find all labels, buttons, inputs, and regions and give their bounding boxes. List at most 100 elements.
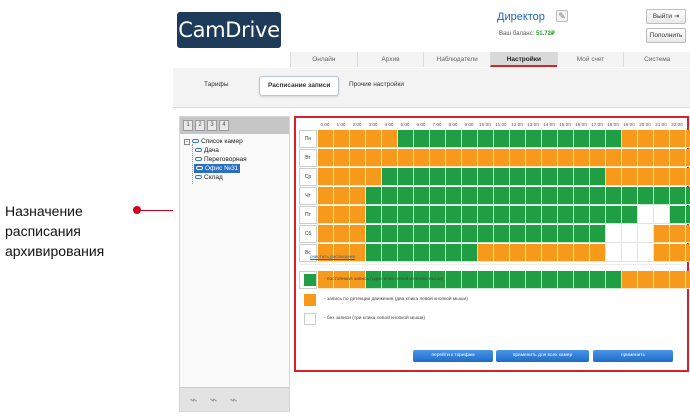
schedule-cell[interactable] xyxy=(542,187,558,206)
schedule-cell[interactable] xyxy=(574,225,590,244)
subtab-record-schedule[interactable]: Расписание записи xyxy=(259,76,340,96)
schedule-cell[interactable] xyxy=(382,149,398,168)
schedule-cell[interactable] xyxy=(622,187,638,206)
schedule-cell[interactable] xyxy=(398,187,414,206)
schedule-cell[interactable] xyxy=(462,168,478,187)
schedule-cell[interactable] xyxy=(494,149,510,168)
schedule-cell[interactable] xyxy=(366,149,382,168)
schedule-cell[interactable] xyxy=(414,149,430,168)
schedule-cell[interactable] xyxy=(542,271,558,290)
camera-edit-icon[interactable]: ⌁ xyxy=(205,391,222,408)
schedule-cell[interactable] xyxy=(462,149,478,168)
exit-button[interactable]: Выйти ⇥ xyxy=(646,9,686,24)
schedule-cell[interactable] xyxy=(366,130,382,149)
schedule-cell[interactable] xyxy=(590,187,606,206)
camera-item-warehouse[interactable]: Склад xyxy=(195,173,223,182)
tab-settings[interactable]: Настройки xyxy=(490,52,557,67)
clear-schedule-link[interactable]: очистить расписание xyxy=(310,254,355,259)
schedule-cell[interactable] xyxy=(686,187,690,206)
schedule-cell[interactable] xyxy=(414,130,430,149)
subtab-other-settings[interactable]: Прочие настройки xyxy=(349,81,404,88)
schedule-cell[interactable] xyxy=(638,271,654,290)
schedule-cell[interactable] xyxy=(398,206,414,225)
schedule-cell[interactable] xyxy=(350,168,366,187)
schedule-cell[interactable] xyxy=(622,206,638,225)
schedule-cell[interactable] xyxy=(558,149,574,168)
schedule-cell[interactable] xyxy=(622,271,638,290)
tab-archive[interactable]: Архив xyxy=(356,52,424,67)
schedule-cell[interactable] xyxy=(638,149,654,168)
schedule-cell[interactable] xyxy=(382,168,398,187)
schedule-cell[interactable] xyxy=(590,149,606,168)
schedule-cell[interactable] xyxy=(510,168,526,187)
schedule-cell[interactable] xyxy=(654,187,670,206)
apply-button[interactable]: применить xyxy=(593,350,673,362)
schedule-cell[interactable] xyxy=(446,244,462,263)
schedule-cell[interactable] xyxy=(494,168,510,187)
schedule-cell[interactable] xyxy=(670,206,686,225)
schedule-cell[interactable] xyxy=(510,271,526,290)
schedule-cell[interactable] xyxy=(462,130,478,149)
tab-my-account[interactable]: Мой счет xyxy=(556,52,624,67)
schedule-cell[interactable] xyxy=(638,225,654,244)
schedule-cell[interactable] xyxy=(526,225,542,244)
page-button-4[interactable]: 4 xyxy=(219,120,229,131)
schedule-cell[interactable] xyxy=(574,130,590,149)
schedule-cell[interactable] xyxy=(430,187,446,206)
go-to-tariffs-button[interactable]: перейти к тарифам xyxy=(413,350,493,362)
schedule-cell[interactable] xyxy=(510,206,526,225)
schedule-cell[interactable] xyxy=(382,206,398,225)
schedule-cell[interactable] xyxy=(638,168,654,187)
schedule-cell[interactable] xyxy=(686,244,690,263)
schedule-cell[interactable] xyxy=(526,168,542,187)
collapse-icon[interactable]: − xyxy=(184,139,190,145)
schedule-cell[interactable] xyxy=(446,271,462,290)
schedule-cell[interactable] xyxy=(590,244,606,263)
schedule-cell[interactable] xyxy=(686,130,690,149)
schedule-cell[interactable] xyxy=(430,225,446,244)
schedule-cell[interactable] xyxy=(542,149,558,168)
schedule-cell[interactable] xyxy=(414,168,430,187)
schedule-cell[interactable] xyxy=(574,271,590,290)
schedule-cell[interactable] xyxy=(510,130,526,149)
schedule-cell[interactable] xyxy=(574,149,590,168)
schedule-cell[interactable] xyxy=(606,168,622,187)
schedule-cell[interactable] xyxy=(670,168,686,187)
schedule-cell[interactable] xyxy=(334,168,350,187)
schedule-cell[interactable] xyxy=(590,225,606,244)
schedule-cell[interactable] xyxy=(462,187,478,206)
schedule-cell[interactable] xyxy=(414,187,430,206)
schedule-cell[interactable] xyxy=(382,130,398,149)
schedule-cell[interactable] xyxy=(638,130,654,149)
schedule-cell[interactable] xyxy=(542,244,558,263)
schedule-cell[interactable] xyxy=(510,149,526,168)
schedule-cell[interactable] xyxy=(558,187,574,206)
schedule-cell[interactable] xyxy=(526,244,542,263)
schedule-cell[interactable] xyxy=(366,206,382,225)
day-label[interactable]: Вс xyxy=(299,244,317,262)
tree-root[interactable]: − Список камер xyxy=(184,137,243,146)
schedule-cell[interactable] xyxy=(558,206,574,225)
schedule-cell[interactable] xyxy=(446,206,462,225)
schedule-cell[interactable] xyxy=(558,225,574,244)
schedule-cell[interactable] xyxy=(654,130,670,149)
schedule-cell[interactable] xyxy=(686,271,690,290)
schedule-cell[interactable] xyxy=(670,187,686,206)
camera-delete-icon[interactable]: ⌁ xyxy=(225,391,242,408)
schedule-cell[interactable] xyxy=(590,271,606,290)
schedule-cell[interactable] xyxy=(606,149,622,168)
schedule-cell[interactable] xyxy=(670,130,686,149)
schedule-cell[interactable] xyxy=(606,225,622,244)
schedule-cell[interactable] xyxy=(494,244,510,263)
schedule-cell[interactable] xyxy=(622,130,638,149)
schedule-cell[interactable] xyxy=(462,206,478,225)
schedule-cell[interactable] xyxy=(478,244,494,263)
schedule-cell[interactable] xyxy=(686,168,690,187)
camera-add-icon[interactable]: ⌁ xyxy=(185,391,202,408)
schedule-cell[interactable] xyxy=(382,244,398,263)
schedule-cell[interactable] xyxy=(686,206,690,225)
schedule-cell[interactable] xyxy=(542,168,558,187)
schedule-cell[interactable] xyxy=(526,206,542,225)
schedule-cell[interactable] xyxy=(350,187,366,206)
schedule-cell[interactable] xyxy=(558,130,574,149)
